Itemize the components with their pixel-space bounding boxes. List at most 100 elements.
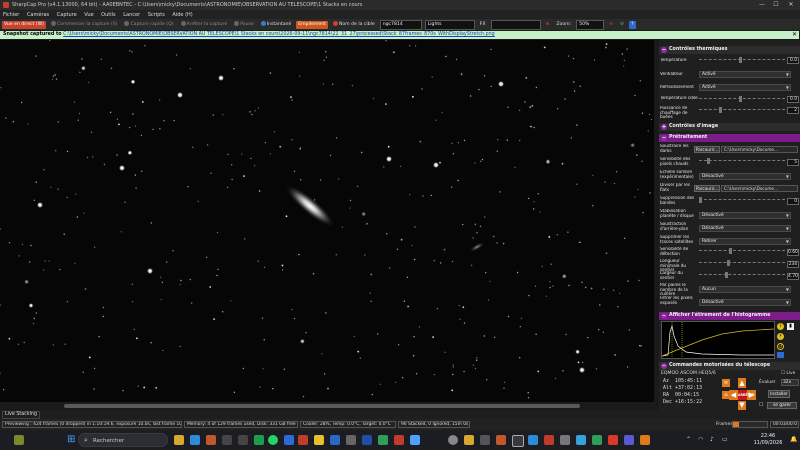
taskbar-app-icon[interactable]	[608, 435, 618, 445]
cooling-dropdown[interactable]: Activé ▼	[699, 84, 791, 91]
taskbar-app-icon[interactable]	[378, 435, 388, 445]
scope-menu-icon[interactable]: ≡	[722, 379, 730, 387]
taskbar-search-box[interactable]: ⌕ Rechercher	[78, 433, 168, 447]
arrow-up-button[interactable]: ▲	[738, 378, 746, 388]
taskbar-app-icon[interactable]	[298, 435, 308, 445]
settings-icon[interactable]: ⚙	[618, 21, 626, 29]
fx-select[interactable]	[490, 19, 541, 30]
windows-start-icon[interactable]: ⊞	[67, 433, 77, 447]
taskbar-app-icon[interactable]	[576, 435, 586, 445]
start-capture-button[interactable]: Commencer la capture (S)	[49, 20, 120, 29]
taskbar-app-icon[interactable]	[206, 435, 216, 445]
camera-image-view[interactable]	[0, 40, 654, 402]
dark-scale-dropdown[interactable]: Désactivé ▼	[699, 173, 791, 180]
notifications-icon[interactable]: 🔔	[790, 436, 797, 443]
chart-icon[interactable]	[777, 352, 784, 358]
taskbar-app-icon[interactable]	[222, 435, 232, 445]
file-explorer-icon[interactable]	[174, 435, 184, 445]
magnifier-icon[interactable]: ⊖	[607, 21, 615, 29]
section-image-controls[interactable]: + Contrôles d'image	[659, 123, 800, 131]
close-button[interactable]: ✕	[786, 1, 796, 9]
banding-slider[interactable]	[699, 197, 785, 203]
temperature-slider[interactable]	[699, 57, 785, 63]
info-icon[interactable]: i	[777, 323, 784, 330]
trail-width-value[interactable]: 4.70	[787, 273, 799, 280]
dew-heater-value[interactable]: 2	[787, 107, 799, 114]
snapshot-button[interactable]: Instantané	[259, 20, 294, 29]
dark-path-field[interactable]: C:\Users\micky\Docume...	[721, 146, 798, 153]
taskbar-app-icon[interactable]	[560, 435, 570, 445]
taskbar-app-icon[interactable]	[496, 435, 506, 445]
minimize-button[interactable]: —	[757, 1, 767, 9]
whatsapp-icon[interactable]	[268, 435, 278, 445]
fan-dropdown[interactable]: Activé ▼	[699, 71, 791, 78]
park-button[interactable]: se garer	[767, 402, 797, 409]
stop-slew-button[interactable]: ARRÊTER	[738, 390, 754, 400]
taskbar-app-icon[interactable]	[238, 435, 248, 445]
taskbar-app-icon[interactable]	[512, 435, 524, 447]
dew-heater-slider[interactable]	[699, 107, 785, 113]
park-checkbox[interactable]: ☐	[759, 402, 765, 408]
taskbar-app-icon[interactable]	[464, 435, 474, 445]
notification-close-button[interactable]: ✕	[790, 31, 799, 39]
browse-flat-button[interactable]: Parcourir...	[694, 185, 720, 192]
pause-button[interactable]: Pause	[232, 20, 256, 29]
rate-dropdown[interactable]: 32x	[781, 379, 799, 386]
stop-capture-button[interactable]: Arrêter la capture	[179, 20, 230, 29]
reticle-icon[interactable]: ⊕	[544, 21, 552, 29]
tab-live-stacking[interactable]: Live Stacking	[2, 411, 41, 419]
histogram-graph[interactable]	[661, 321, 775, 359]
taskbar-app-icon[interactable]	[362, 435, 372, 445]
taskbar-app-icon[interactable]	[410, 435, 420, 445]
trail-length-value[interactable]: 234	[787, 261, 799, 268]
detection-sensitivity-slider[interactable]	[699, 248, 785, 254]
taskbar-app-icon[interactable]	[480, 435, 490, 445]
section-histogram-stretch[interactable]: − Afficher l'étirement de l'histogramme	[659, 312, 800, 320]
target-name-input[interactable]: ngc7814	[379, 19, 422, 30]
tray-chevron-icon[interactable]: ⌃	[686, 436, 691, 443]
satellite-dropdown[interactable]: Retirer ▼	[699, 238, 791, 245]
taskbar-app-icon[interactable]	[544, 435, 554, 445]
exposed-pixels-dropdown[interactable]: Désactivé ▼	[699, 299, 791, 306]
reset-icon[interactable]: ↺	[777, 343, 784, 350]
pairing-dropdown[interactable]: Aucun ▼	[699, 286, 791, 293]
horizontal-scroll-thumb[interactable]	[64, 404, 580, 408]
detection-sensitivity-value[interactable]: 0.60	[787, 249, 799, 256]
help-icon[interactable]: ?	[629, 20, 636, 29]
taskbar-app-icon[interactable]	[394, 435, 404, 445]
stacking-button[interactable]: Empilement	[296, 20, 328, 29]
background-subtract-dropdown[interactable]: Désactivé ▼	[699, 225, 791, 232]
temperature-value[interactable]: 0.0	[787, 57, 799, 64]
snapshot-path-link[interactable]: C:\Users\micky\Documents\ASTRONOMIE\OBSE…	[63, 32, 495, 37]
zoom-select[interactable]: 50%	[576, 19, 605, 30]
taskbar-clock[interactable]: 22:46 11/09/2026	[750, 433, 786, 447]
section-telescope-controls[interactable]: − Commandes motorisées du télescope	[659, 362, 800, 370]
live-view-button[interactable]: Vue en direct (W)	[2, 20, 46, 29]
install-button[interactable]: Installer	[768, 390, 790, 398]
battery-icon[interactable]: ▭	[722, 436, 728, 443]
trail-length-slider[interactable]	[699, 260, 785, 266]
flat-path-field[interactable]: C:\Users\micky\Docume...	[721, 185, 798, 192]
stabilization-dropdown[interactable]: Désactivé ▼	[699, 212, 791, 219]
browse-dark-button[interactable]: Parcourir...	[694, 146, 720, 153]
hot-pixel-slider[interactable]	[699, 158, 785, 164]
section-pretreatment[interactable]: − Prétraitement	[659, 134, 800, 142]
wifi-icon[interactable]: ◠	[698, 436, 703, 443]
frame-type-select[interactable]: Lights	[424, 19, 475, 30]
banding-value[interactable]: 0	[787, 198, 799, 205]
volume-icon[interactable]: ♪	[710, 436, 714, 443]
pin-icon[interactable]: ▮	[787, 323, 794, 330]
taskbar-app-icon[interactable]	[448, 435, 458, 445]
target-temperature-slider[interactable]	[699, 96, 785, 102]
live-checkbox[interactable]: ☐ Live	[781, 371, 799, 377]
taskbar-app-icon[interactable]	[314, 435, 324, 445]
quick-capture-button[interactable]: Capture rapide (Q)	[122, 20, 175, 29]
hot-pixel-value[interactable]: 5	[787, 159, 799, 166]
arrow-down-button[interactable]: ▼	[738, 401, 746, 410]
taskbar-app-icon[interactable]	[190, 435, 200, 445]
taskbar-app-icon[interactable]	[254, 435, 264, 445]
section-thermal-controls[interactable]: − Contrôles thermiques	[659, 46, 800, 54]
taskbar-app-icon[interactable]	[284, 435, 294, 445]
weather-icon[interactable]	[14, 435, 24, 445]
taskbar-app-icon[interactable]	[592, 435, 602, 445]
